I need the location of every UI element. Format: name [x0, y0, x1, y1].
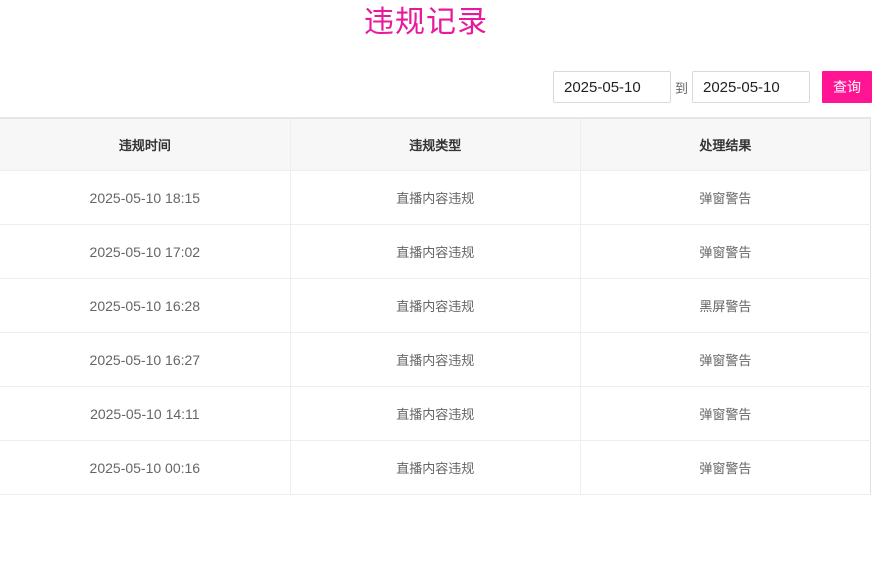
date-range-separator: 到: [674, 81, 688, 97]
cell-handling-result: 弹窗警告: [580, 332, 872, 387]
header-violation-type: 违规类型: [290, 118, 581, 171]
cell-violation-type: 直播内容违规: [290, 278, 581, 333]
cell-violation-type: 直播内容违规: [290, 332, 581, 387]
cell-handling-result: 弹窗警告: [580, 440, 872, 495]
cell-violation-type: 直播内容违规: [290, 224, 581, 279]
cell-handling-result: 黑屏警告: [580, 278, 872, 333]
cell-handling-result: 弹窗警告: [580, 386, 872, 441]
cell-handling-result: 弹窗警告: [580, 170, 872, 225]
header-handling-result: 处理结果: [580, 118, 872, 171]
cell-violation-time: 2025-05-10 16:27: [0, 332, 291, 387]
cell-violation-type: 直播内容违规: [290, 170, 581, 225]
page-title: 违规记录: [364, 5, 488, 40]
cell-handling-result: 弹窗警告: [580, 224, 872, 279]
table-row: 2025-05-10 18:15 直播内容违规 弹窗警告: [0, 170, 872, 225]
table-row: 2025-05-10 17:02 直播内容违规 弹窗警告: [0, 224, 872, 279]
cell-violation-time: 2025-05-10 18:15: [0, 170, 291, 225]
table-row: 2025-05-10 14:11 直播内容违规 弹窗警告: [0, 386, 872, 441]
date-filter-bar: 到 查询: [553, 71, 872, 103]
table-header-row: 违规时间 违规类型 处理结果: [0, 118, 872, 171]
cell-violation-type: 直播内容违规: [290, 440, 581, 495]
query-button[interactable]: 查询: [822, 71, 872, 103]
end-date-input[interactable]: [692, 71, 810, 103]
violation-table: 违规时间 违规类型 处理结果 2025-05-10 18:15 直播内容违规 弹…: [0, 117, 872, 495]
start-date-input[interactable]: [553, 71, 671, 103]
violation-table-container: 违规时间 违规类型 处理结果 2025-05-10 18:15 直播内容违规 弹…: [0, 117, 872, 495]
cell-violation-time: 2025-05-10 00:16: [0, 440, 291, 495]
cell-violation-time: 2025-05-10 16:28: [0, 278, 291, 333]
cell-violation-type: 直播内容违规: [290, 386, 581, 441]
cell-violation-time: 2025-05-10 17:02: [0, 224, 291, 279]
cell-violation-time: 2025-05-10 14:11: [0, 386, 291, 441]
table-row: 2025-05-10 16:27 直播内容违规 弹窗警告: [0, 332, 872, 387]
header-violation-time: 违规时间: [0, 118, 291, 171]
violation-records-page: 违规记录 到 查询 违规时间 违规类型 处理结果 2025-05-10 18:1…: [0, 0, 892, 571]
table-row: 2025-05-10 00:16 直播内容违规 弹窗警告: [0, 440, 872, 495]
table-row: 2025-05-10 16:28 直播内容违规 黑屏警告: [0, 278, 872, 333]
